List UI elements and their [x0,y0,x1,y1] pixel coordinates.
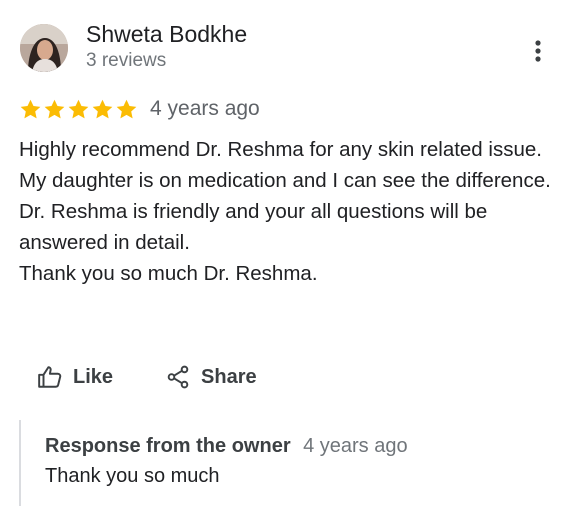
more-vert-icon [535,40,541,62]
owner-response: Response from the owner 4 years ago Than… [19,420,541,506]
like-label: Like [73,365,114,388]
owner-response-text: Thank you so much [45,465,220,487]
star-icon [92,99,113,118]
like-button[interactable]: Like [37,364,113,390]
thumb-up-icon [38,366,62,388]
review-actions: Like Share [37,364,257,390]
star-icon [44,99,65,118]
reviewer-name[interactable]: Shweta Bodkhe [86,21,247,48]
star-icon [68,99,89,118]
star-icon [20,99,41,118]
owner-response-time: 4 years ago [303,435,408,457]
star-rating [19,98,138,121]
avatar[interactable] [20,24,68,72]
star-icon [116,99,137,118]
reviewer-review-count: 3 reviews [86,50,167,71]
owner-response-header: Response from the owner 4 years ago [45,435,408,458]
share-button[interactable]: Share [165,364,257,390]
avatar-image [20,24,68,72]
review-time: 4 years ago [150,97,260,120]
review-text: Highly recommend Dr. Reshma for any skin… [19,138,551,285]
share-label: Share [201,365,257,388]
more-options-button[interactable] [524,36,552,66]
rating-row: 4 years ago [19,97,260,121]
owner-response-title: Response from the owner [45,435,291,457]
share-icon [167,365,189,389]
